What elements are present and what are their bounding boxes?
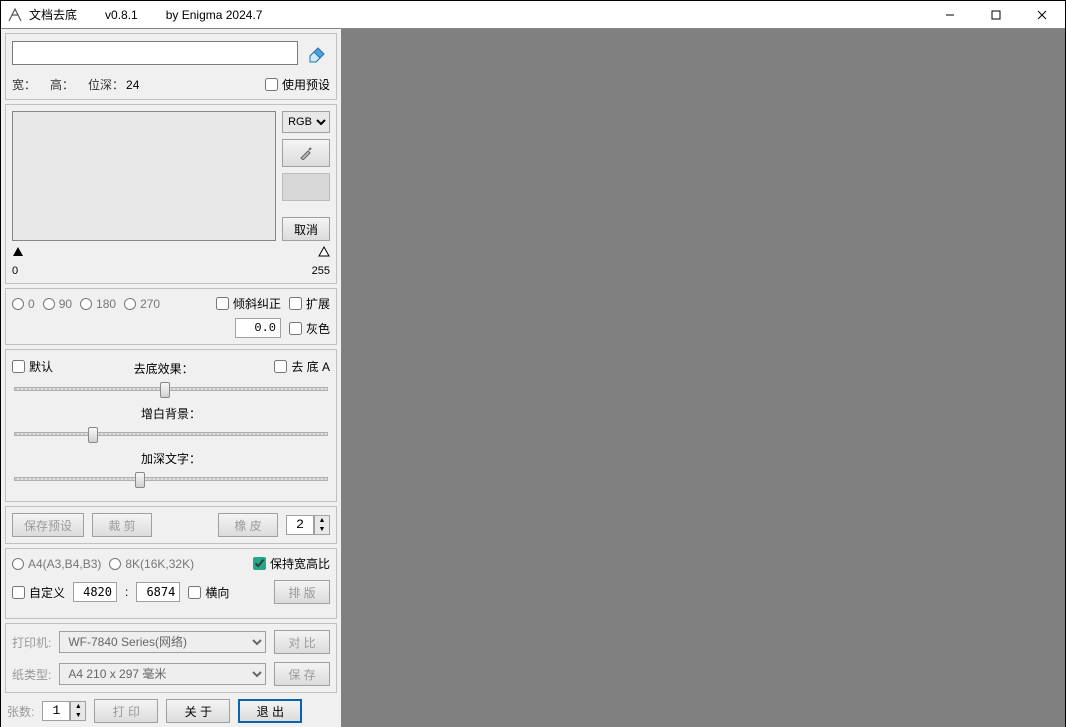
file-path-input[interactable]: [12, 41, 298, 65]
side-panel: 宽： 高： 位深：24 使用预设: [1, 29, 341, 727]
paper-type-select[interactable]: A4 210 x 297 毫米: [59, 663, 266, 685]
about-button[interactable]: 关 于: [166, 699, 230, 723]
size-separator: :: [125, 585, 128, 599]
spinner-up-icon[interactable]: ▲: [315, 516, 329, 525]
layout-button[interactable]: 排 版: [274, 580, 330, 604]
keep-ratio-checkbox[interactable]: 保持宽高比: [253, 555, 330, 572]
height-label: 高：: [50, 76, 74, 93]
custom-size-checkbox[interactable]: 自定义: [12, 584, 65, 601]
bitdepth-value: 24: [126, 78, 139, 92]
close-button[interactable]: [1019, 1, 1065, 29]
printer-label: 打印机:: [12, 634, 51, 651]
file-group: 宽： 高： 位深：24 使用预设: [5, 33, 337, 100]
preview-canvas: [12, 111, 276, 241]
paper-a4-radio[interactable]: A4(A3,B4,B3): [12, 557, 101, 571]
darken-text-slider[interactable]: [14, 477, 328, 481]
print-button[interactable]: 打 印: [94, 699, 158, 723]
paper-8k-radio[interactable]: 8K(16K,32K): [109, 557, 194, 571]
clear-file-icon[interactable]: [304, 40, 330, 66]
minimize-button[interactable]: [927, 1, 973, 29]
whiten-slider[interactable]: [14, 432, 328, 436]
landscape-checkbox[interactable]: 横向: [188, 584, 229, 601]
hist-marker-black-icon[interactable]: [12, 245, 24, 260]
skew-correct-checkbox[interactable]: 倾斜纠正: [216, 295, 281, 312]
spinner-down-icon[interactable]: ▼: [71, 711, 85, 720]
color-mode-select[interactable]: RGB: [282, 111, 330, 133]
rotate-180-radio[interactable]: 180: [80, 297, 116, 311]
compare-button[interactable]: 对 比: [274, 630, 330, 654]
printer-group: 打印机: WF-7840 Series(网络) 对 比 纸类型: A4 210 …: [5, 623, 337, 693]
printer-select[interactable]: WF-7840 Series(网络): [59, 631, 266, 653]
width-label: 宽：: [12, 76, 36, 93]
use-preset-checkbox[interactable]: 使用预设: [265, 76, 330, 93]
slider-label-3: 加深文字：: [12, 450, 330, 467]
copies-label: 张数:: [7, 703, 34, 720]
custom-width-input[interactable]: [73, 582, 117, 602]
slider-label-2: 增白背景：: [12, 405, 330, 422]
app-icon: [7, 7, 23, 23]
eraser-size-input[interactable]: [286, 515, 314, 535]
gray-checkbox[interactable]: 灰色: [289, 320, 330, 337]
copies-spinner[interactable]: ▲ ▼: [42, 701, 86, 721]
removebg-slider[interactable]: [14, 387, 328, 391]
save-preset-button[interactable]: 保存预设: [12, 513, 84, 537]
bottom-bar: 张数: ▲ ▼ 打 印 关 于 退 出: [5, 697, 337, 723]
use-preset-label: 使用预设: [282, 76, 330, 93]
color-swatch[interactable]: [282, 173, 330, 201]
bitdepth-label: 位深：: [88, 78, 124, 92]
hist-marker-white-icon[interactable]: [318, 245, 330, 260]
custom-height-input[interactable]: [136, 582, 180, 602]
rotate-270-radio[interactable]: 270: [124, 297, 160, 311]
app-title: 文档去底: [29, 6, 77, 23]
rotate-90-radio[interactable]: 90: [43, 297, 72, 311]
tools-group: 保存预设 裁 剪 橡 皮 ▲ ▼: [5, 506, 337, 544]
cancel-button[interactable]: 取消: [282, 217, 330, 241]
rotate-group: 0 90 180 270 倾斜纠正 扩展 灰色: [5, 288, 337, 345]
maximize-button[interactable]: [973, 1, 1019, 29]
save-button[interactable]: 保 存: [274, 662, 330, 686]
removebg-group: 默认 去底效果： 去 底 A 增白背景： 加深文字：: [5, 349, 337, 502]
titlebar: 文档去底 v0.8.1 by Enigma 2024.7: [1, 1, 1065, 29]
eraser-button[interactable]: 橡 皮: [218, 513, 278, 537]
main-canvas: [341, 29, 1065, 727]
skew-value-input[interactable]: [235, 318, 281, 338]
copies-input[interactable]: [42, 701, 70, 721]
crop-button[interactable]: 裁 剪: [92, 513, 152, 537]
slider-label-1: 去底效果：: [53, 360, 274, 377]
app-window: 文档去底 v0.8.1 by Enigma 2024.7: [0, 0, 1066, 727]
extend-checkbox[interactable]: 扩展: [289, 295, 330, 312]
app-author: by Enigma 2024.7: [166, 8, 263, 22]
eraser-size-spinner[interactable]: ▲ ▼: [286, 515, 330, 535]
spinner-down-icon[interactable]: ▼: [315, 525, 329, 534]
rotate-0-radio[interactable]: 0: [12, 297, 35, 311]
default-checkbox[interactable]: 默认: [12, 358, 53, 375]
paper-type-label: 纸类型:: [12, 666, 51, 683]
app-version: v0.8.1: [105, 8, 138, 22]
spinner-up-icon[interactable]: ▲: [71, 702, 85, 711]
paper-group: A4(A3,B4,B3) 8K(16K,32K) 保持宽高比 自定义 : 横向 …: [5, 548, 337, 619]
exit-button[interactable]: 退 出: [238, 699, 302, 723]
eyedropper-tool-icon[interactable]: [282, 139, 330, 167]
preview-group: RGB 取消: [5, 104, 337, 284]
mode-a-checkbox[interactable]: 去 底 A: [274, 358, 330, 375]
